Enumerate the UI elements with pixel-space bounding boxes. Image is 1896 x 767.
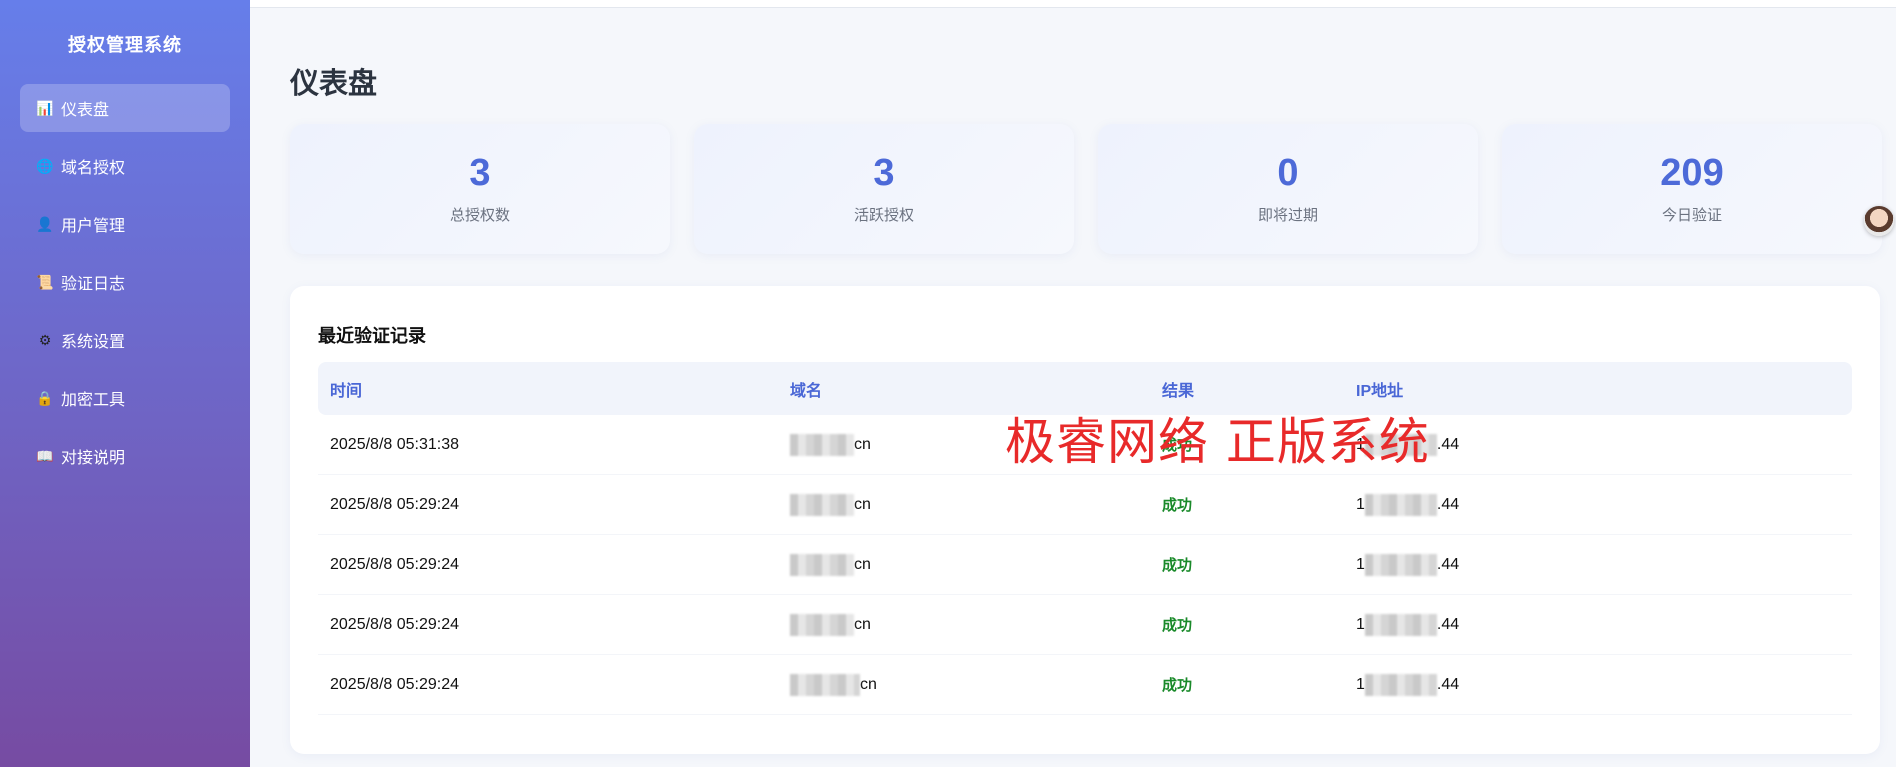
domain-suffix: cn (860, 675, 877, 693)
lock-icon: 🔒 (36, 389, 54, 406)
app-title: 授权管理系统 (68, 35, 182, 55)
cell-time: 2025/8/8 05:31:38 (318, 415, 778, 475)
cell-ip: 1.44 (1344, 535, 1852, 595)
domain-suffix: cn (854, 435, 871, 453)
cell-result: 成功 (1150, 475, 1344, 535)
redacted-text (1364, 553, 1437, 576)
scroll-icon: 📜 (36, 273, 54, 290)
domain-suffix: cn (854, 555, 871, 573)
domain-suffix: cn (854, 615, 871, 633)
top-bar (250, 0, 1896, 8)
table-row: 2025/8/8 05:29:24 cn 成功 1.44 (318, 595, 1852, 655)
stat-value: 209 (1660, 151, 1724, 194)
page-title: 仪表盘 (290, 68, 378, 100)
sidebar-item-docs[interactable]: 📖 对接说明 (20, 432, 230, 480)
ip-prefix: 1 (1356, 495, 1365, 513)
cell-time: 2025/8/8 05:29:24 (318, 655, 778, 715)
cell-ip: 1.44 (1344, 475, 1852, 535)
stat-value: 3 (469, 151, 491, 194)
stat-card-total: 3 总授权数 (290, 124, 670, 254)
cell-domain: cn (778, 655, 1150, 715)
ip-suffix: .44 (1436, 615, 1460, 633)
sidebar: 授权管理系统 📊 仪表盘 🌐 域名授权 👤 用户管理 📜 验证日志 ⚙ 系统设置… (0, 0, 250, 767)
cell-time: 2025/8/8 05:29:24 (318, 535, 778, 595)
ip-suffix: .44 (1436, 435, 1460, 453)
stat-label: 今日验证 (1661, 206, 1722, 224)
stat-card-expiring: 0 即将过期 (1098, 124, 1478, 254)
avatar[interactable] (1864, 206, 1894, 236)
stat-label: 总授权数 (449, 206, 510, 224)
sidebar-item-label: 验证日志 (61, 276, 126, 293)
sidebar-item-encrypt[interactable]: 🔒 加密工具 (20, 374, 230, 422)
gear-icon: ⚙ (38, 331, 52, 348)
cell-result: 成功 (1150, 655, 1344, 715)
sidebar-item-label: 用户管理 (61, 218, 126, 235)
table-row: 2025/8/8 05:29:24 cn 成功 1.44 (318, 475, 1852, 535)
sidebar-item-logs[interactable]: 📜 验证日志 (20, 258, 230, 306)
sidebar-item-label: 域名授权 (61, 160, 126, 177)
panel-title: 最近验证记录 (318, 326, 426, 346)
sidebar-item-users[interactable]: 👤 用户管理 (20, 200, 230, 248)
redacted-text (790, 433, 854, 456)
ip-prefix: 1 (1356, 555, 1365, 573)
globe-icon: 🌐 (36, 157, 54, 174)
cell-result: 成功 (1150, 595, 1344, 655)
cell-result: 成功 (1150, 535, 1344, 595)
stat-card-today: 209 今日验证 (1502, 124, 1882, 254)
recent-records-panel: 最近验证记录 时间 域名 结果 IP地址 2025/8/8 05:31:38 c… (290, 286, 1880, 754)
cell-domain: cn (778, 535, 1150, 595)
stats-row: 3 总授权数 3 活跃授权 0 即将过期 209 今日验证 (290, 124, 1882, 254)
cell-ip: 1.44 (1344, 595, 1852, 655)
redacted-text (1364, 493, 1437, 516)
cell-domain: cn (778, 475, 1150, 535)
ip-suffix: .44 (1436, 495, 1460, 513)
stat-value: 0 (1277, 151, 1299, 194)
sidebar-item-label: 系统设置 (61, 334, 126, 351)
stat-value: 3 (873, 151, 895, 194)
sidebar-item-settings[interactable]: ⚙ 系统设置 (20, 316, 230, 364)
redacted-text (790, 673, 860, 696)
ip-suffix: .44 (1436, 555, 1460, 573)
redacted-text (1364, 673, 1437, 696)
ip-prefix: 1 (1356, 615, 1365, 633)
sidebar-item-label: 加密工具 (61, 392, 126, 409)
book-icon: 📖 (36, 447, 54, 464)
sidebar-item-domain-auth[interactable]: 🌐 域名授权 (20, 142, 230, 190)
table-row: 2025/8/8 05:29:24 cn 成功 1.44 (318, 535, 1852, 595)
stat-card-active: 3 活跃授权 (694, 124, 1074, 254)
bar-chart-icon: 📊 (36, 99, 54, 116)
cell-time: 2025/8/8 05:29:24 (318, 595, 778, 655)
watermark-text: 极睿网络 正版系统 (1005, 413, 1430, 471)
sidebar-item-label: 仪表盘 (61, 102, 110, 119)
sidebar-item-label: 对接说明 (61, 450, 126, 467)
redacted-text (790, 493, 854, 516)
stat-label: 即将过期 (1257, 206, 1318, 224)
cell-time: 2025/8/8 05:29:24 (318, 475, 778, 535)
ip-suffix: .44 (1436, 675, 1460, 693)
user-icon: 👤 (36, 215, 54, 232)
sidebar-item-dashboard[interactable]: 📊 仪表盘 (20, 84, 230, 132)
cell-ip: 1.44 (1344, 655, 1852, 715)
redacted-text (790, 613, 854, 636)
domain-suffix: cn (854, 495, 871, 513)
table-row: 2025/8/8 05:29:24 cn 成功 1.44 (318, 655, 1852, 715)
sidebar-nav: 📊 仪表盘 🌐 域名授权 👤 用户管理 📜 验证日志 ⚙ 系统设置 🔒 加密工具… (0, 80, 250, 480)
cell-domain: cn (778, 595, 1150, 655)
column-header-time: 时间 (318, 362, 778, 415)
stat-label: 活跃授权 (853, 206, 914, 224)
redacted-text (1364, 613, 1437, 636)
redacted-text (790, 553, 854, 576)
ip-prefix: 1 (1356, 675, 1365, 693)
